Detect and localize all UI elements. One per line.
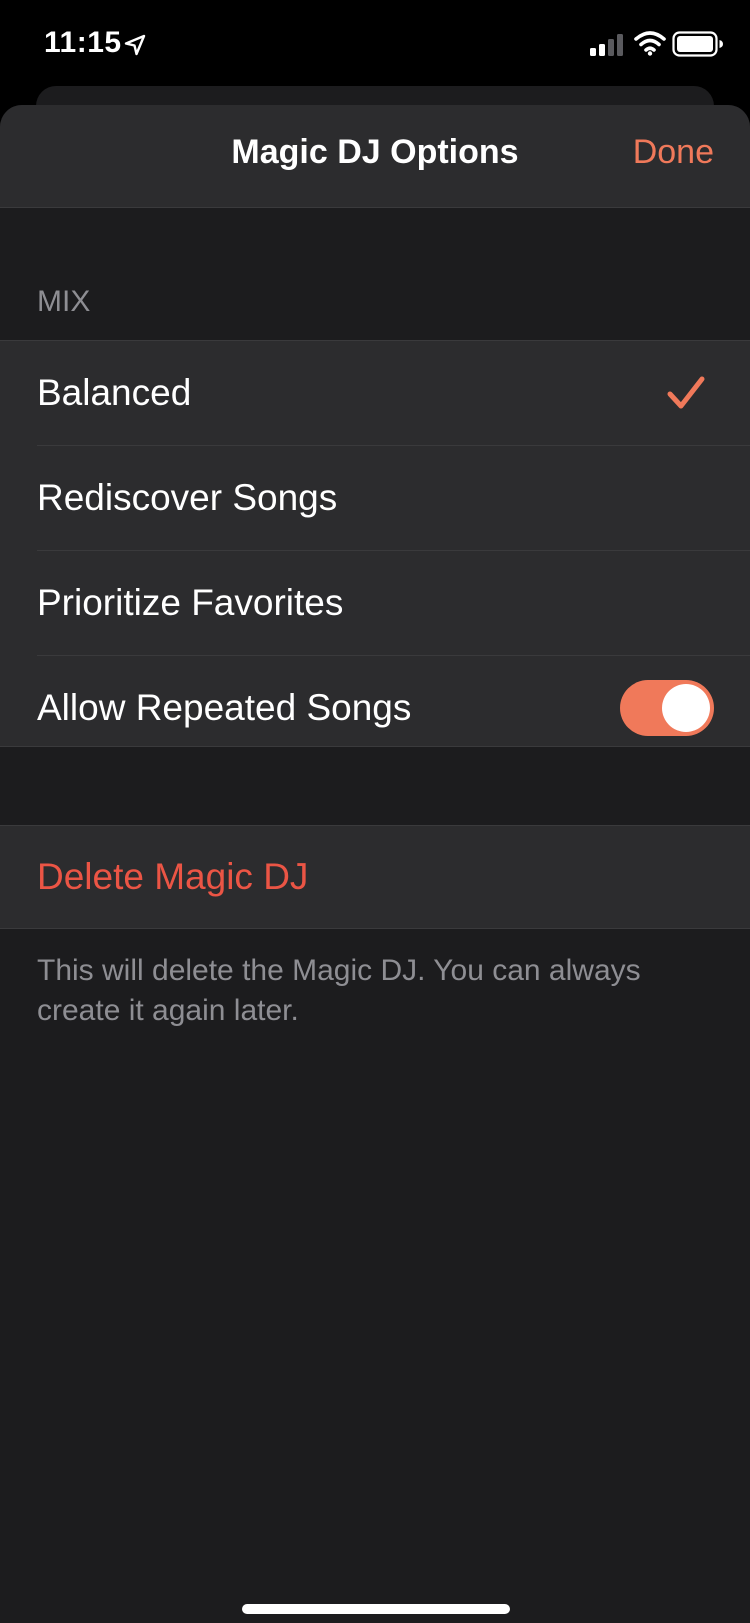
- mix-option-rediscover-songs[interactable]: Rediscover Songs: [0, 446, 750, 551]
- battery-icon: [672, 31, 723, 57]
- mix-section-header: MIX: [37, 285, 91, 318]
- wifi-icon: [634, 31, 666, 56]
- toggle-knob: [662, 684, 710, 732]
- status-bar: 11:15: [0, 0, 750, 90]
- allow-repeated-songs-toggle[interactable]: [620, 680, 714, 736]
- delete-magic-dj-button[interactable]: Delete Magic DJ: [37, 856, 308, 898]
- checkmark-icon: [667, 376, 705, 409]
- screen: 11:15 Magic DJ Options Done MIX Balanced…: [0, 0, 750, 1623]
- home-indicator[interactable]: [242, 1604, 510, 1614]
- allow-repeated-songs-row: Allow Repeated Songs: [0, 656, 750, 761]
- delete-footer-note: This will delete the Magic DJ. You can a…: [37, 954, 641, 1027]
- mix-option-balanced[interactable]: Balanced: [0, 341, 750, 446]
- mix-option-prioritize-favorites[interactable]: Prioritize Favorites: [0, 551, 750, 656]
- nav-bar: Magic DJ Options Done: [0, 105, 750, 208]
- cellular-signal-icon: [590, 34, 623, 56]
- location-arrow-icon: [124, 34, 146, 56]
- options-sheet: Magic DJ Options Done MIX Balanced Redis…: [0, 105, 750, 1623]
- status-time: 11:15: [44, 26, 122, 59]
- done-button[interactable]: Done: [633, 133, 714, 172]
- mix-option-label: Rediscover Songs: [37, 477, 338, 518]
- mix-option-label: Balanced: [37, 372, 192, 413]
- delete-magic-dj-row[interactable]: Delete Magic DJ: [0, 825, 750, 929]
- mix-options-list: Balanced Rediscover Songs Prioritize Fav…: [0, 340, 750, 747]
- mix-option-label: Prioritize Favorites: [37, 582, 344, 623]
- allow-repeated-songs-label: Allow Repeated Songs: [37, 687, 412, 728]
